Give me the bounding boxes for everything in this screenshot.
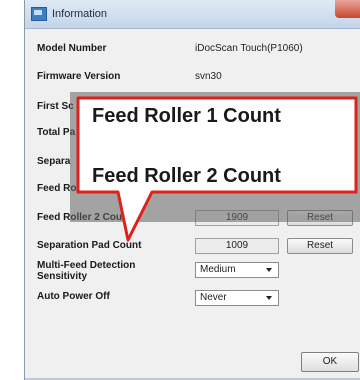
callout-graphic	[76, 96, 358, 242]
callout-line-1: Feed Roller 1 Count	[92, 105, 281, 127]
callout-line-2: Feed Roller 2 Count	[92, 165, 281, 187]
